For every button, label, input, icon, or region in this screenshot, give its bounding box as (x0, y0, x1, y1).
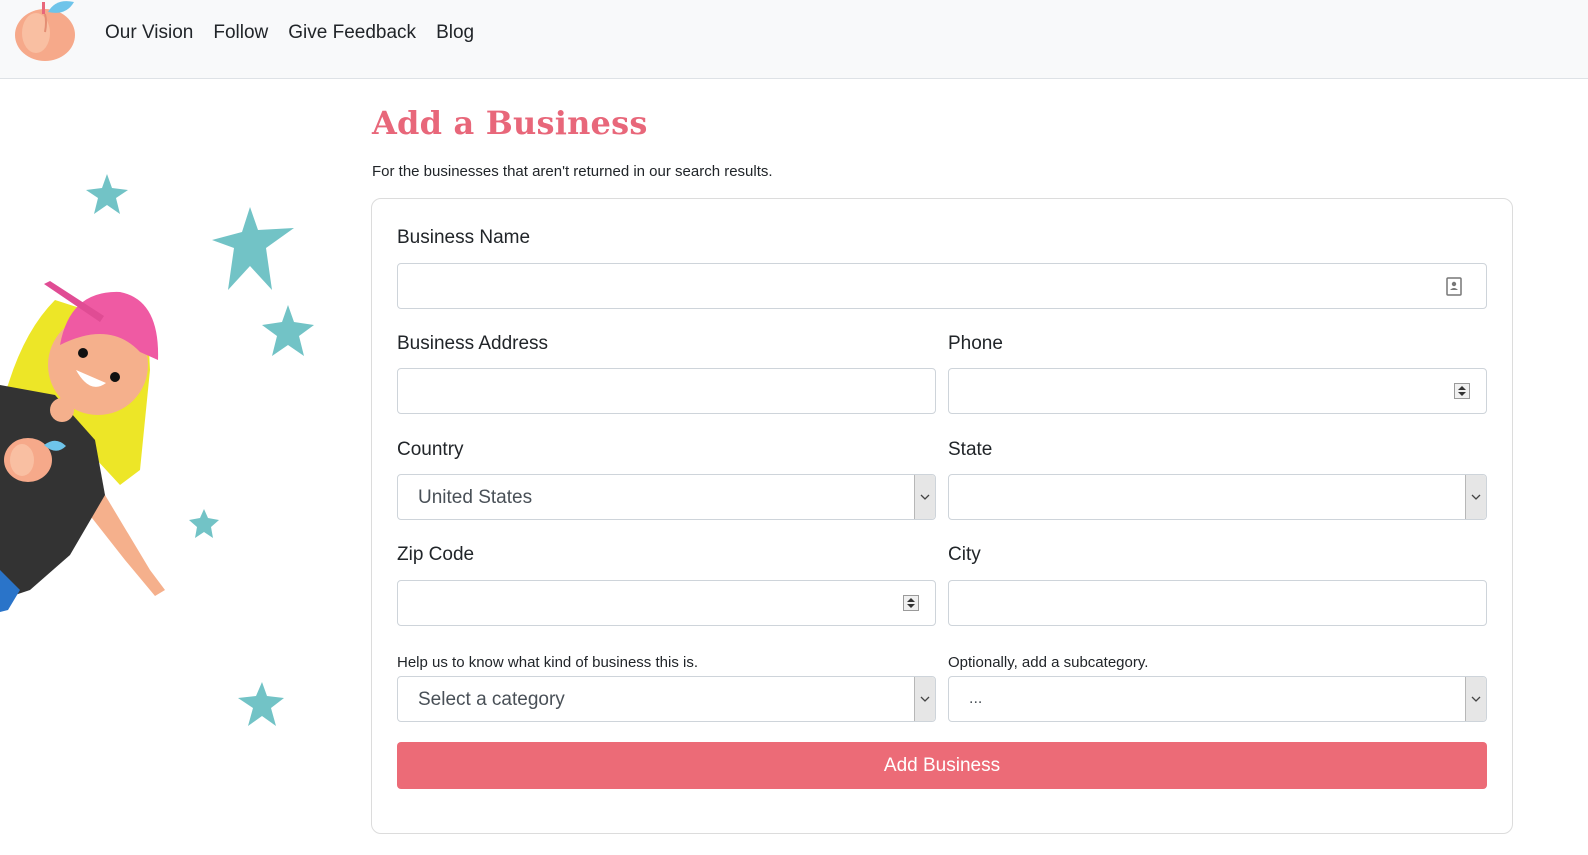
page-title: Add a Business (372, 104, 648, 142)
nav-our-vision[interactable]: Our Vision (105, 20, 193, 46)
phone-label: Phone (948, 333, 1003, 354)
category-help-label: Help us to know what kind of business th… (397, 654, 698, 671)
country-label: Country (397, 439, 464, 460)
city-field[interactable] (948, 580, 1487, 626)
page-subtitle: For the businesses that aren't returned … (372, 163, 773, 180)
subcategory-selected-value: ... (969, 690, 983, 707)
number-spinner-icon[interactable] (1454, 383, 1470, 399)
nav-links: Our Vision Follow Give Feedback Blog (105, 20, 494, 46)
subcategory-select[interactable]: ... (948, 676, 1487, 722)
business-name-field[interactable] (397, 263, 1487, 309)
city-label: City (948, 544, 981, 565)
contact-card-icon[interactable] (1446, 277, 1462, 296)
mascot-illustration (0, 174, 314, 726)
category-select[interactable]: Select a category (397, 676, 936, 722)
business-address-field[interactable] (397, 368, 936, 414)
business-address-label: Business Address (397, 333, 549, 354)
chevron-down-icon[interactable] (1465, 677, 1486, 721)
nav-blog[interactable]: Blog (436, 20, 474, 46)
zip-code-input[interactable] (398, 581, 935, 625)
phone-field[interactable] (948, 368, 1487, 414)
peach-logo-icon[interactable] (14, 0, 78, 64)
country-selected-value: United States (418, 487, 533, 508)
nav-give-feedback[interactable]: Give Feedback (288, 20, 416, 46)
add-business-button[interactable]: Add Business (397, 742, 1487, 789)
nav-follow[interactable]: Follow (213, 20, 268, 46)
business-address-input[interactable] (398, 369, 935, 413)
state-label: State (948, 439, 993, 460)
chevron-down-icon[interactable] (914, 677, 935, 721)
phone-input[interactable] (949, 369, 1486, 413)
city-input[interactable] (949, 581, 1486, 625)
number-spinner-icon[interactable] (903, 595, 919, 611)
business-name-input[interactable] (398, 264, 1486, 308)
chevron-down-icon[interactable] (1465, 475, 1486, 519)
subcategory-help-label: Optionally, add a subcategory. (948, 654, 1149, 671)
state-select[interactable] (948, 474, 1487, 520)
category-selected-value: Select a category (418, 689, 565, 710)
zip-code-label: Zip Code (397, 544, 475, 565)
business-name-label: Business Name (397, 227, 531, 248)
zip-code-field[interactable] (397, 580, 936, 626)
chevron-down-icon[interactable] (914, 475, 935, 519)
navbar: Our Vision Follow Give Feedback Blog (0, 0, 1588, 79)
country-select[interactable]: United States (397, 474, 936, 520)
